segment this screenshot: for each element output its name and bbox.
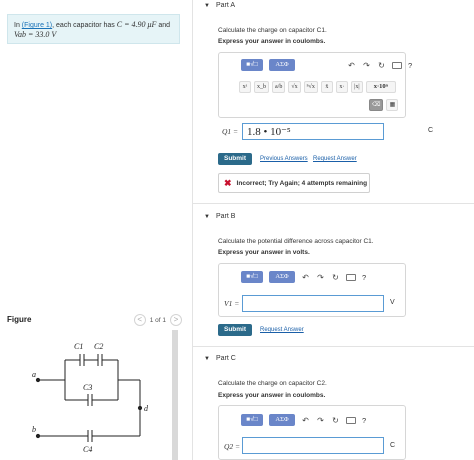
part-a-extra-tools: ⌫ ▦ bbox=[369, 99, 399, 111]
separator-b bbox=[192, 346, 474, 347]
voltage-value: Vab = 33.0 V bbox=[14, 30, 57, 39]
part-a-answer-input[interactable]: 1.8 • 10⁻⁵ bbox=[242, 123, 384, 140]
symbol-subscript[interactable]: x_b bbox=[254, 81, 269, 93]
keyboard-icon[interactable] bbox=[346, 416, 356, 424]
keyboard-icon[interactable] bbox=[392, 61, 402, 69]
capacitance-value: C = 4.90 μF bbox=[116, 20, 157, 29]
label-a: a bbox=[32, 370, 36, 379]
symbol-bar[interactable]: x̄ bbox=[320, 81, 333, 93]
symbol-dot[interactable]: x· bbox=[335, 81, 348, 93]
problem-statement: In (Figure 1), each capacitor has C = 4.… bbox=[7, 14, 180, 44]
undo-icon[interactable]: ↶ bbox=[301, 416, 310, 425]
part-c-instruction: Express your answer in coulombs. bbox=[218, 392, 326, 399]
keypad-icon[interactable]: ▦ bbox=[386, 99, 399, 111]
part-c-question: Calculate the charge on capacitor C2. bbox=[218, 380, 327, 387]
symbol-nthroot[interactable]: ⁿ√x bbox=[303, 81, 318, 93]
templates-button[interactable]: ■√□ bbox=[241, 59, 263, 71]
part-b-header[interactable]: ▼ Part B bbox=[204, 213, 235, 220]
reset-icon[interactable]: ↻ bbox=[331, 273, 340, 282]
part-b-title: Part B bbox=[215, 213, 236, 220]
label-c1: C1 bbox=[74, 342, 83, 351]
symbol-superscript[interactable]: xᵃ bbox=[239, 81, 251, 93]
part-c-toolbar: ■√□ ΑΣΦ ↶ ↷ ↻ ? bbox=[241, 414, 366, 426]
separator-a bbox=[192, 203, 474, 204]
label-b: b bbox=[32, 425, 36, 434]
figure-nav: < 1 of 1 > bbox=[133, 314, 182, 326]
figure-scrollbar[interactable] bbox=[172, 330, 178, 460]
part-b-toolbar: ■√□ ΑΣΦ ↶ ↷ ↻ ? bbox=[241, 271, 366, 283]
part-a-question: Calculate the charge on capacitor C1. bbox=[218, 27, 327, 34]
part-a-toolbar: ■√□ ΑΣΦ ↶ ↷ ↻ ? bbox=[241, 59, 412, 71]
panel-divider bbox=[192, 0, 193, 460]
templates-button[interactable]: ■√□ bbox=[241, 414, 263, 426]
part-a-unit: C bbox=[428, 127, 434, 134]
part-b-unit: V bbox=[390, 299, 395, 306]
collapse-triangle-icon: ▼ bbox=[204, 3, 210, 9]
part-b-instruction: Express your answer in volts. bbox=[218, 249, 310, 256]
part-a-submit-button[interactable]: Submit bbox=[218, 153, 253, 165]
figure-title: Figure bbox=[7, 315, 32, 324]
templates-button[interactable]: ■√□ bbox=[241, 271, 263, 283]
greek-button[interactable]: ΑΣΦ bbox=[269, 414, 295, 426]
part-a-header[interactable]: ▼ Part A bbox=[204, 2, 235, 9]
part-c-input-label: Q2 = bbox=[224, 442, 241, 451]
part-c-header[interactable]: ▼ Part C bbox=[204, 355, 236, 362]
undo-icon[interactable]: ↶ bbox=[301, 273, 310, 282]
right-panel: ▼ Part A Calculate the charge on capacito… bbox=[192, 0, 474, 460]
symbol-abs[interactable]: |x| bbox=[350, 81, 363, 93]
part-a-input-label: Q1 = bbox=[222, 127, 239, 136]
problem-text: , each capacitor has bbox=[52, 22, 117, 29]
part-a-instruction: Express your answer in coulombs. bbox=[218, 38, 326, 45]
part-b-answer-input[interactable] bbox=[242, 295, 384, 312]
part-c-answer-input[interactable] bbox=[242, 437, 384, 454]
redo-icon[interactable]: ↷ bbox=[316, 273, 325, 282]
help-icon[interactable]: ? bbox=[408, 61, 412, 70]
part-a-title: Part A bbox=[215, 2, 236, 9]
figure-link[interactable]: (Figure 1) bbox=[22, 22, 52, 29]
part-b-input-label: V1 = bbox=[224, 299, 240, 308]
part-a-symbols: xᵃ x_b a/b √x ⁿ√x x̄ x· |x| x·10ⁿ bbox=[239, 81, 396, 93]
redo-icon[interactable]: ↷ bbox=[316, 416, 325, 425]
part-a-request-answer-link[interactable]: Request Answer bbox=[313, 156, 357, 162]
part-b-request-answer-link[interactable]: Request Answer bbox=[260, 327, 304, 333]
part-b-question: Calculate the potential difference acros… bbox=[218, 238, 374, 245]
left-panel: In (Figure 1), each capacitor has C = 4.… bbox=[0, 0, 190, 460]
incorrect-icon: ✖ bbox=[224, 177, 232, 188]
reset-icon[interactable]: ↻ bbox=[331, 416, 340, 425]
previous-answers-link[interactable]: Previous Answers bbox=[260, 156, 308, 162]
collapse-triangle-icon: ▼ bbox=[204, 356, 210, 362]
greek-button[interactable]: ΑΣΦ bbox=[269, 59, 295, 71]
feedback-message: ✖ Incorrect; Try Again; 4 attempts remai… bbox=[218, 173, 370, 193]
redo-icon[interactable]: ↷ bbox=[362, 61, 371, 70]
collapse-triangle-icon: ▼ bbox=[204, 214, 210, 220]
label-c2: C2 bbox=[94, 342, 103, 351]
delete-icon[interactable]: ⌫ bbox=[369, 99, 384, 111]
label-c4: C4 bbox=[83, 445, 92, 454]
symbol-sqrt[interactable]: √x bbox=[288, 81, 301, 93]
symbol-fraction[interactable]: a/b bbox=[272, 81, 286, 93]
figure-count: 1 of 1 bbox=[149, 316, 166, 324]
problem-and: and bbox=[156, 22, 170, 29]
label-d: d bbox=[144, 404, 149, 413]
keyboard-icon[interactable] bbox=[346, 273, 356, 281]
prev-figure-button[interactable]: < bbox=[133, 314, 146, 326]
part-c-unit: C bbox=[390, 442, 396, 449]
symbol-sci-notation[interactable]: x·10ⁿ bbox=[365, 81, 396, 93]
greek-button[interactable]: ΑΣΦ bbox=[269, 271, 295, 283]
part-c-title: Part C bbox=[215, 355, 236, 362]
undo-icon[interactable]: ↶ bbox=[347, 61, 356, 70]
problem-prefix: In bbox=[14, 22, 22, 29]
reset-icon[interactable]: ↻ bbox=[377, 61, 386, 70]
help-icon[interactable]: ? bbox=[362, 416, 366, 425]
help-icon[interactable]: ? bbox=[362, 273, 366, 282]
part-a-toolbar-box: ■√□ ΑΣΦ ↶ ↷ ↻ ? xᵃ x_b a/b √x ⁿ√x x̄ x· … bbox=[218, 52, 412, 118]
feedback-text: Incorrect; Try Again; 4 attempts remaini… bbox=[236, 179, 368, 187]
figure-header: Figure < 1 of 1 > bbox=[7, 314, 182, 328]
label-c3: C3 bbox=[83, 383, 92, 392]
circuit-diagram: C1 C2 C3 C4 a b d bbox=[32, 342, 149, 454]
next-figure-button[interactable]: > bbox=[170, 314, 182, 326]
part-b-submit-button[interactable]: Submit bbox=[218, 324, 253, 336]
